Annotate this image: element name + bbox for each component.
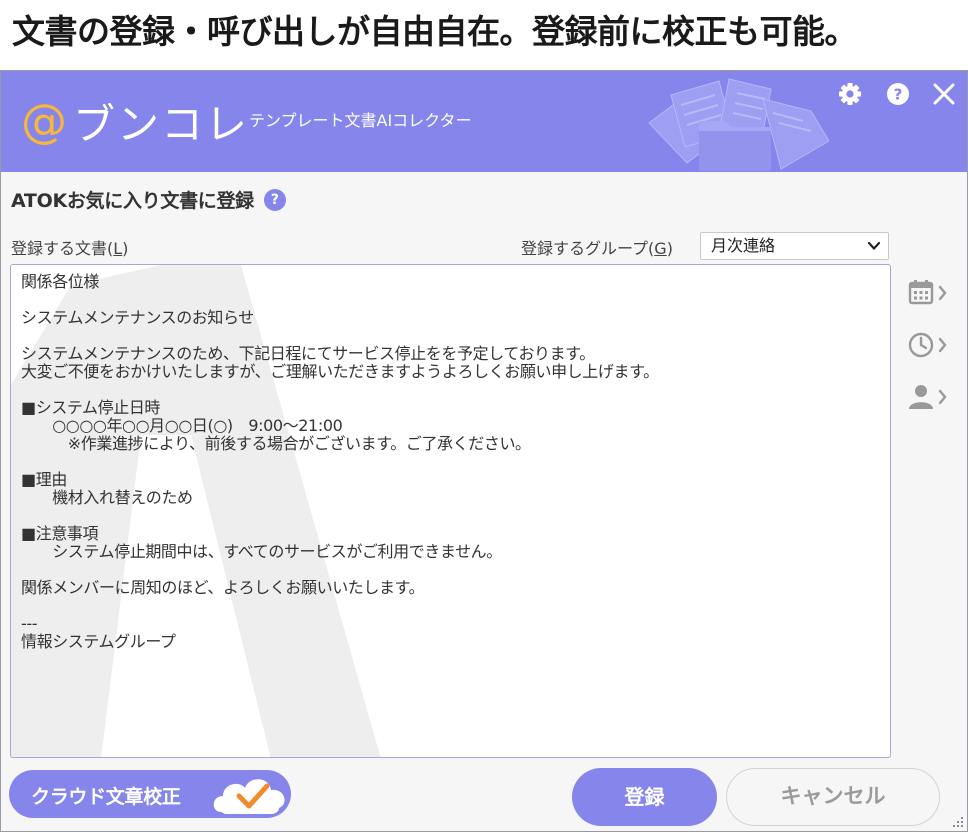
group-label-text: 登録するグループ( (521, 239, 655, 258)
clock-icon (908, 332, 947, 358)
text-line: 機材入れ替えのため (21, 488, 193, 507)
group-label-accesskey: G (654, 239, 667, 258)
dialog-title: ATOKお気に入り文書に登録 (11, 190, 254, 212)
calendar-button[interactable] (907, 273, 953, 313)
documents-illustration (648, 78, 830, 171)
svg-text:?: ? (894, 86, 903, 104)
side-toolbar (907, 273, 953, 429)
text-line: 関係各位様 (21, 272, 100, 291)
resize-grip-icon[interactable] (951, 815, 965, 829)
promo-caption: 文書の登録・呼び出しが自由自在。登録前に校正も可能。 (12, 12, 858, 51)
help-icon[interactable]: ? (883, 79, 913, 109)
group-label-close: ) (666, 239, 673, 258)
text-line: システムメンテナンスのお知らせ (21, 308, 254, 327)
logo-text: ブンコレ (73, 99, 250, 149)
calendar-icon (908, 280, 947, 305)
close-icon[interactable] (929, 79, 959, 109)
text-line: 関係メンバーに周知のほど、よろしくお願いいたします。 (21, 578, 425, 597)
person-icon (909, 385, 947, 409)
cloud-proofread-button[interactable]: クラウド文章校正 (9, 770, 291, 818)
group-select[interactable]: 月次連絡 (700, 232, 889, 260)
logo-at-mark: @ (21, 94, 69, 148)
person-button[interactable] (907, 377, 953, 417)
group-select-value: 月次連絡 (711, 236, 776, 255)
app-subtitle: テンプレート文書AIコレクター (249, 111, 472, 130)
document-label-accesskey: L (113, 239, 123, 258)
document-label: 登録する文書(L) (11, 235, 128, 259)
document-body: 関係各位様システムメンテナンスのお知らせシステムメンテナンスのため、下記日程にて… (11, 265, 890, 659)
dialog-header: @ ブンコレ テンプレート文書AIコレクター ? (1, 71, 967, 172)
cloud-check-icon (213, 779, 285, 814)
cloud-proofread-label: クラウド文章校正 (31, 786, 181, 808)
text-line: --- (21, 614, 38, 633)
register-button[interactable]: 登録 (572, 768, 717, 826)
document-label-text: 登録する文書( (11, 239, 114, 258)
clock-button[interactable] (907, 325, 953, 365)
title-help-icon[interactable]: ? (263, 188, 286, 211)
cancel-button[interactable]: キャンセル (726, 768, 940, 826)
gear-icon[interactable] (835, 79, 865, 109)
text-line: ○○○○年○○月○○日(○) 9:00～21:00 (21, 416, 343, 435)
text-line: 情報システムグループ (21, 632, 176, 651)
text-line: 大変ご不便をおかけいたしますが、ご理解いただきますようよろしくお願い申し上げます… (21, 362, 659, 381)
app-logo: @ ブンコレ (21, 93, 249, 149)
dialog-window: @ ブンコレ テンプレート文書AIコレクター ? ATOKお気に入り文書に登録 … (0, 70, 968, 832)
group-label: 登録するグループ(G) (521, 235, 673, 259)
text-line: ■注意事項 (21, 524, 99, 543)
text-line: ■理由 (21, 470, 67, 489)
text-line: システム停止期間中は、すべてのサービスがご利用できません。 (21, 542, 502, 561)
document-textarea[interactable]: 関係各位様システムメンテナンスのお知らせシステムメンテナンスのため、下記日程にて… (10, 264, 891, 758)
dialog-title-row: ATOKお気に入り文書に登録 ? (11, 186, 286, 213)
text-line: ■システム停止日時 (21, 398, 161, 417)
document-label-close: ) (122, 239, 129, 258)
text-line: システムメンテナンスのため、下記日程にてサービス停止をを予定しております。 (21, 344, 595, 363)
chevron-down-icon (867, 241, 881, 250)
text-line: ※作業進捗により、前後する場合がございます。ご了承ください。 (21, 434, 531, 453)
